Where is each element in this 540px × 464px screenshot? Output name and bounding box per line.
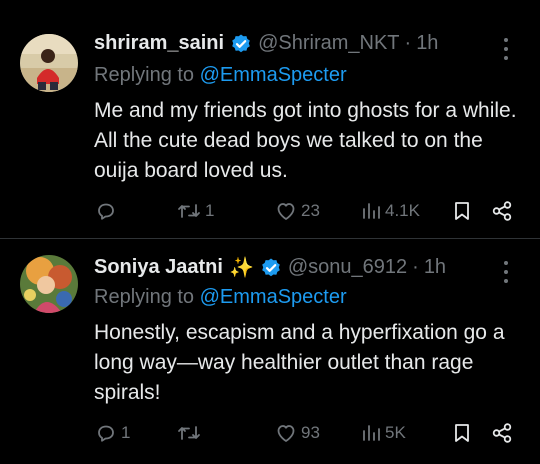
like-button[interactable]: 23 [274,198,320,224]
heart-icon [277,425,295,442]
repost-button[interactable]: 1 [176,198,214,224]
sparkles-emoji: ✨ [228,257,254,279]
analytics-icon [363,203,380,219]
share-icon [492,423,512,443]
action-bar: 1 23 4.1K [94,198,522,224]
avatar-photo-icon [20,34,78,92]
reply-count: 1 [121,423,131,442]
more-options-icon[interactable] [496,261,516,283]
replying-to-label: Replying to [94,64,195,86]
reply-tweet-1[interactable]: shriram_saini @Shriram_NKT · 1h Replying… [0,0,540,238]
replying-to-mention[interactable]: @EmmaSpecter [200,286,347,308]
views-button[interactable]: 4.1K [360,198,420,224]
share-button[interactable] [490,420,514,446]
avatar[interactable] [20,255,78,313]
views-count: 5K [385,423,406,442]
share-icon [492,201,512,221]
like-button[interactable]: 93 [274,420,320,446]
share-button[interactable] [490,198,514,224]
analytics-icon [363,425,380,441]
like-count: 93 [301,423,320,442]
separator: · [404,32,412,54]
display-name[interactable]: shriram_saini [94,32,224,55]
timestamp[interactable]: 1h [424,256,446,279]
reply-button[interactable]: 1 [94,420,130,446]
reply-icon [98,203,114,220]
avatar-illustration-icon [20,255,78,313]
timestamp[interactable]: 1h [416,32,438,55]
repost-icon [178,204,200,218]
bookmark-icon [455,424,469,442]
tweet-header: shriram_saini @Shriram_NKT · 1h [94,32,494,55]
views-button[interactable]: 5K [360,420,406,446]
replying-to: Replying to @EmmaSpecter [94,64,347,87]
bookmark-button[interactable] [450,198,474,224]
tweet-text: Me and my friends got into ghosts for a … [94,99,517,182]
tweet-header: Soniya Jaatni ✨ @sonu_6912 · 1h [94,255,494,280]
replying-to-mention[interactable]: @EmmaSpecter [200,64,347,86]
handle[interactable]: @sonu_6912 [288,256,407,279]
bookmark-button[interactable] [450,420,474,446]
repost-count: 1 [205,201,215,220]
tweet-text: Honestly, escapism and a hyperfixation g… [94,321,505,404]
more-options-icon[interactable] [496,38,516,60]
reply-button[interactable] [94,198,121,224]
bookmark-icon [455,202,469,220]
separator: · [412,256,419,278]
replying-to-label: Replying to [94,286,195,308]
views-count: 4.1K [385,201,420,220]
handle[interactable]: @Shriram_NKT [258,32,399,55]
replying-to: Replying to @EmmaSpecter [94,286,347,309]
avatar[interactable] [20,34,78,92]
reply-tweet-2[interactable]: Soniya Jaatni ✨ @sonu_6912 · 1h Replying… [0,238,540,464]
heart-icon [277,203,295,220]
action-bar: 1 93 5K [94,420,522,446]
repost-button[interactable] [176,420,205,446]
verified-badge-icon[interactable] [230,33,252,55]
reply-icon [98,425,114,442]
like-count: 23 [301,201,320,220]
verified-badge-icon[interactable] [260,257,282,279]
display-name[interactable]: Soniya Jaatni [94,256,223,279]
repost-icon [178,426,200,440]
